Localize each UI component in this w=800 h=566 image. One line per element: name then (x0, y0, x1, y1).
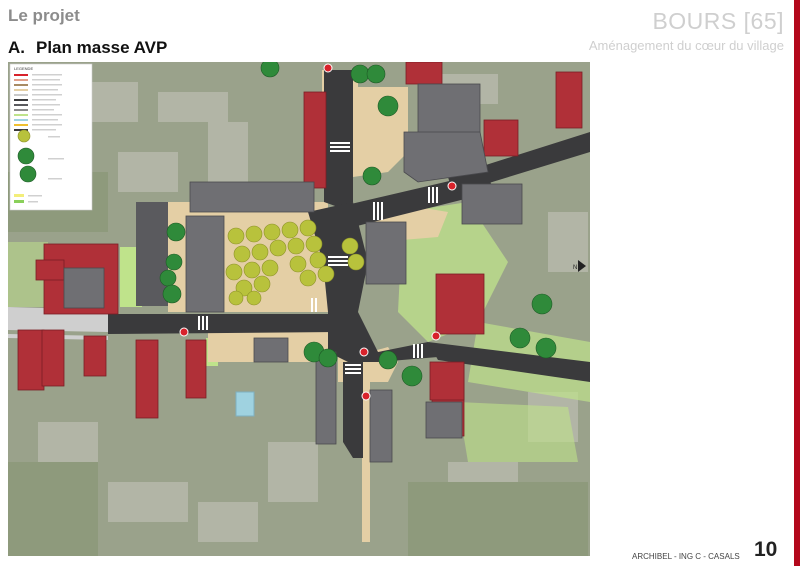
credits: ARCHIBEL - ING C - CASALS (632, 552, 740, 561)
parking-areas (136, 202, 168, 306)
site-plan-map: LEGENDE N (8, 62, 590, 556)
legend-heading: LEGENDE (14, 66, 33, 71)
project-subtitle: Aménagement du cœur du village (588, 38, 784, 53)
place-title: BOURS [65] (652, 8, 784, 34)
heading-number: A. (8, 38, 25, 57)
heading-text: Plan masse AVP (36, 38, 168, 57)
page-number: 10 (754, 538, 778, 561)
swimming-pool (235, 391, 255, 417)
map-legend: LEGENDE (9, 63, 93, 211)
page-heading: A. Plan masse AVP (8, 38, 167, 58)
north-label: N (573, 265, 577, 271)
section-tag: Le projet (8, 6, 80, 25)
accent-bar (794, 0, 800, 566)
